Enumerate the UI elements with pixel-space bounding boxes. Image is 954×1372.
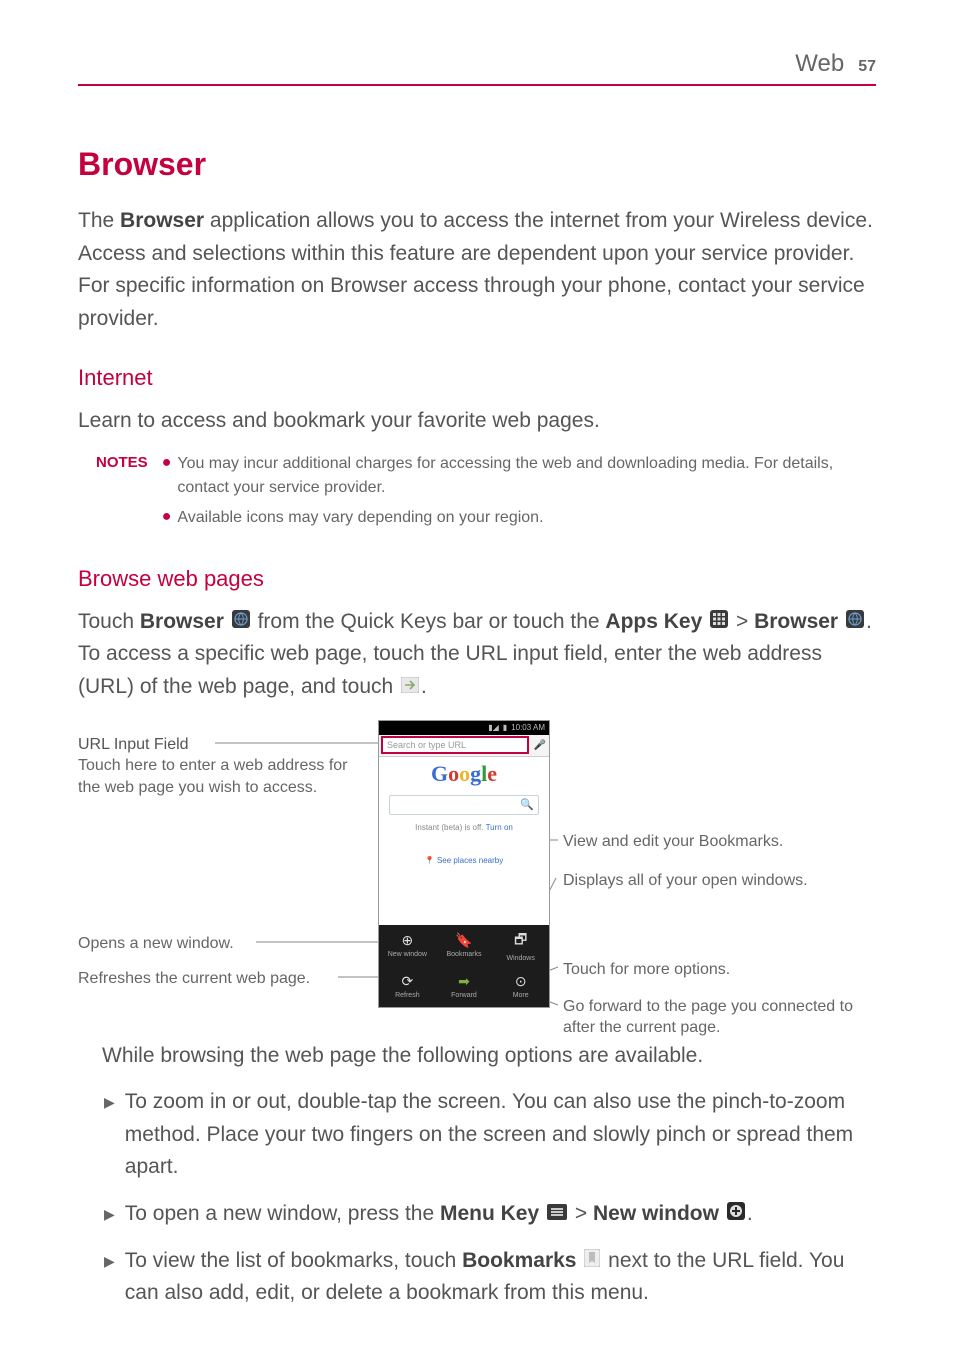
status-time: 10:03 AM: [511, 723, 545, 732]
menu-refresh[interactable]: ⟳ Refresh: [379, 966, 436, 1007]
instant-text: Instant (beta) is off. Turn on: [379, 823, 549, 832]
keyword-browser: Browser: [120, 209, 204, 232]
note-text: You may incur additional charges for acc…: [177, 452, 876, 500]
note-item: ● Available icons may vary depending on …: [162, 506, 876, 530]
more-circle-icon: ⊙: [515, 973, 527, 990]
menu-new-window[interactable]: ⊕ New window: [379, 925, 436, 966]
signal-icon: ▮◢: [488, 723, 499, 732]
list-item: ▶ To open a new window, press the Menu K…: [104, 1198, 876, 1231]
windows-icon: 🗗: [514, 929, 527, 953]
list-item: ▶ To zoom in or out, double-tap the scre…: [104, 1086, 876, 1184]
header-page-number: 57: [858, 58, 876, 76]
text: To view the list of bookmarks, touch: [125, 1249, 462, 1272]
text: .: [421, 675, 427, 698]
text: See places nearby: [437, 856, 503, 865]
keyword-apps-key: Apps Key: [605, 610, 702, 633]
triangle-bullet-icon: ▶: [104, 1198, 115, 1231]
keyword-menu-key: Menu Key: [440, 1202, 539, 1225]
phone-content: Google 🔍 Instant (beta) is off. Turn on …: [379, 757, 549, 927]
text: .: [747, 1202, 753, 1225]
refresh-icon: ⟳: [401, 973, 413, 990]
menu-bookmarks[interactable]: 🔖 Bookmarks: [436, 925, 493, 966]
text: >: [575, 1202, 593, 1225]
plus-circle-icon: ⊕: [401, 932, 413, 949]
notes-block: NOTES ● You may incur additional charges…: [96, 452, 876, 536]
internet-body: Learn to access and bookmark your favori…: [78, 405, 876, 438]
page-title: Browser: [78, 146, 876, 183]
list-text: To view the list of bookmarks, touch Boo…: [125, 1245, 876, 1310]
phone-status-bar: ▮◢ ▮ 10:03 AM: [379, 721, 549, 735]
menu-more[interactable]: ⊙ More: [492, 966, 549, 1007]
label: Bookmarks: [447, 951, 482, 958]
search-box[interactable]: 🔍: [389, 795, 539, 815]
text: Touch: [78, 610, 140, 633]
instant-link[interactable]: Turn on: [486, 823, 513, 832]
callout-new-window: Opens a new window.: [78, 933, 234, 955]
go-arrow-icon: [401, 671, 419, 704]
menu-forward[interactable]: ➡ Forward: [436, 966, 493, 1007]
triangle-bullet-icon: ▶: [104, 1245, 115, 1310]
phone-url-bar: Search or type URL 🎤: [379, 735, 549, 757]
triangle-bullet-icon: ▶: [104, 1086, 115, 1184]
diagram: ▮◢ ▮ 10:03 AM Search or type URL 🎤 Googl…: [78, 720, 876, 1030]
callout-bookmarks: View and edit your Bookmarks.: [563, 831, 783, 853]
list-item: ▶ To view the list of bookmarks, touch B…: [104, 1245, 876, 1310]
battery-icon: ▮: [503, 723, 507, 732]
callout-body: Touch here to enter a web address for th…: [78, 755, 374, 798]
callout-more: Touch for more options.: [563, 959, 730, 981]
callout-windows: Displays all of your open windows.: [563, 870, 808, 892]
callout-title: URL Input Field: [78, 734, 374, 756]
list-text: To open a new window, press the Menu Key…: [125, 1198, 876, 1231]
intro-paragraph: The Browser application allows you to ac…: [78, 205, 876, 335]
search-icon: 🔍: [520, 798, 534, 811]
bookmark-ribbon-icon: [584, 1245, 600, 1278]
browse-body: Touch Browser from the Quick Keys bar or…: [78, 606, 876, 704]
callout-forward: Go forward to the page you connected to …: [563, 996, 873, 1039]
after-intro: While browsing the web page the followin…: [102, 1040, 876, 1073]
bookmark-icon: 🔖: [455, 932, 472, 949]
phone-mock: ▮◢ ▮ 10:03 AM Search or type URL 🎤 Googl…: [378, 720, 550, 1008]
forward-arrow-icon: ➡: [458, 973, 470, 990]
callout-refresh: Refreshes the current web page.: [78, 968, 310, 990]
notes-list: ● You may incur additional charges for a…: [162, 452, 876, 536]
text: >: [736, 610, 754, 633]
text: The: [78, 209, 120, 232]
text: Instant (beta) is off.: [415, 823, 485, 832]
mic-icon[interactable]: 🎤: [531, 736, 549, 754]
text: To open a new window, press the: [125, 1202, 440, 1225]
label: Forward: [451, 992, 477, 999]
note-item: ● You may incur additional charges for a…: [162, 452, 876, 500]
page-header: Web 57: [78, 50, 876, 86]
bullet-icon: ●: [162, 452, 172, 500]
keyword-bookmarks: Bookmarks: [462, 1249, 576, 1272]
label: More: [513, 992, 529, 999]
heading-internet: Internet: [78, 365, 876, 391]
label: Refresh: [395, 992, 420, 999]
label: Windows: [506, 955, 534, 962]
url-placeholder: Search or type URL: [387, 740, 466, 750]
heading-browse: Browse web pages: [78, 566, 876, 592]
header-section: Web: [795, 50, 844, 78]
bullet-icon: ●: [162, 506, 172, 530]
text: from the Quick Keys bar or touch the: [258, 610, 606, 633]
keyword-browser: Browser: [754, 610, 838, 633]
phone-bottom-menu: ⊕ New window 🔖 Bookmarks 🗗 Windows ⟳ Refresh…: [379, 925, 549, 1007]
new-window-icon: [727, 1198, 745, 1231]
notes-label: NOTES: [96, 452, 148, 536]
keyword-browser: Browser: [140, 610, 224, 633]
url-input-highlight[interactable]: Search or type URL: [381, 736, 529, 754]
note-text: Available icons may vary depending on yo…: [177, 506, 543, 530]
places-link[interactable]: 📍 See places nearby: [379, 856, 549, 865]
google-logo: Google: [379, 757, 549, 787]
list-text: To zoom in or out, double-tap the screen…: [125, 1086, 876, 1184]
apps-grid-icon: [710, 606, 728, 639]
callout-url: URL Input Field Touch here to enter a we…: [78, 734, 374, 799]
menu-windows[interactable]: 🗗 Windows: [492, 925, 549, 966]
pin-icon: 📍: [425, 856, 435, 865]
browser-globe-icon: [232, 606, 250, 639]
keyword-new-window: New window: [593, 1202, 719, 1225]
browser-globe-icon: [846, 606, 864, 639]
label: New window: [388, 951, 427, 958]
menu-key-icon: [547, 1198, 567, 1231]
